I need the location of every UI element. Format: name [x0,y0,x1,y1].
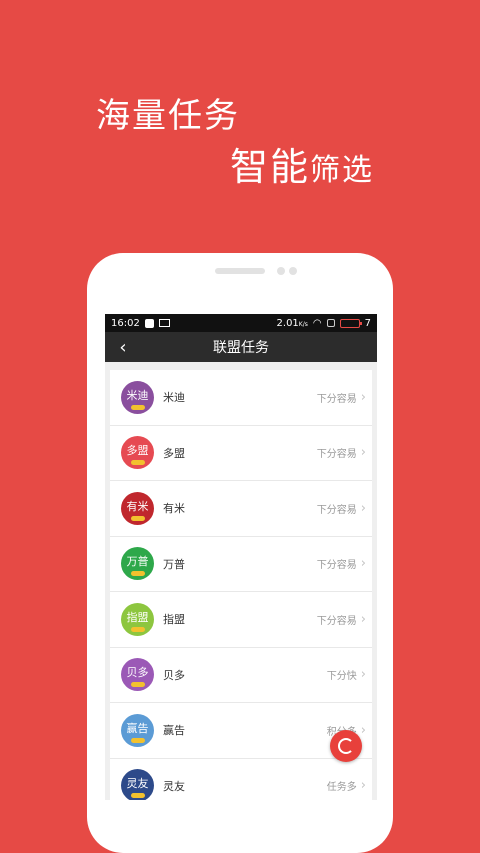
chevron-right-icon: › [360,722,366,738]
screen-icon [326,319,335,327]
battery-icon [339,318,362,328]
refresh-button[interactable] [330,730,362,762]
promo-headline-2-main: 智能 [230,145,311,189]
task-logo: 多盟 [121,436,154,470]
chevron-right-icon: › [360,445,366,461]
chevron-right-icon: › [360,778,366,794]
status-bar: 16:02 2.01K/s ◠ 7 [105,314,377,332]
task-name: 赢告 [163,724,185,738]
phone-speaker [215,268,265,274]
chevron-right-icon: › [360,389,366,405]
task-logo: 赢告 [121,713,154,747]
coins-icon [131,737,145,743]
task-name: 米迪 [163,391,185,405]
task-logo: 指盟 [121,602,154,636]
coins-icon [131,682,145,688]
task-logo-text: 赢告 [126,721,149,735]
coins-icon [131,515,145,521]
coins-icon [131,404,145,410]
page-title: 联盟任务 [213,340,269,356]
task-logo: 有米 [121,491,154,525]
task-logo: 贝多 [121,658,154,692]
image-notification-icon [158,319,170,327]
task-row[interactable]: 灵友 灵友 任务多 › [110,759,372,800]
task-logo-text: 万普 [126,555,149,569]
task-logo-text: 多盟 [126,444,149,458]
task-row[interactable]: 米迪 米迪 下分容易 › [110,370,372,426]
promo-headline-1: 海量任务 [96,96,240,136]
task-tag: 下分容易 [316,560,357,572]
coins-icon [131,460,145,466]
chevron-right-icon: › [360,667,366,683]
status-time: 16:02 [111,317,140,329]
network-speed: 2.01K/s [276,317,308,329]
task-tag: 下分容易 [316,504,357,516]
battery-level: 7 [364,317,371,329]
task-tag: 下分快 [326,671,357,683]
task-name: 有米 [163,502,185,516]
promo-headline-2-small: 筛选 [310,153,375,188]
wifi-icon: ◠ [312,317,322,329]
task-tag: 下分容易 [316,615,357,627]
task-row[interactable]: 贝多 贝多 下分快 › [110,648,372,703]
chevron-right-icon: › [360,556,366,572]
promo-headline-2: 智能筛选 [230,136,374,191]
task-name: 贝多 [163,668,185,682]
task-logo-text: 灵友 [126,777,149,791]
task-logo: 灵友 [121,769,154,800]
task-name: 灵友 [163,779,185,793]
coins-icon [131,793,145,799]
notification-icon [144,318,154,328]
chevron-right-icon: › [360,500,366,516]
task-logo-text: 米迪 [126,388,149,402]
task-tag: 下分容易 [316,449,357,461]
task-name: 指盟 [163,613,185,627]
task-name: 多盟 [163,446,185,460]
coins-icon [131,626,145,632]
task-row[interactable]: 有米 有米 下分容易 › [110,481,372,537]
back-icon[interactable]: ‹ [111,332,135,362]
nav-bar: ‹ 联盟任务 [105,332,377,362]
task-logo-text: 有米 [126,499,149,513]
phone-screen: 16:02 2.01K/s ◠ 7 ‹ 联盟任务 米迪 米迪 下分容易 › 多盟 多盟 下分… [105,314,377,800]
coins-icon [131,571,145,577]
task-name: 万普 [163,557,185,571]
task-row[interactable]: 万普 万普 下分容易 › [110,537,372,592]
task-logo-text: 指盟 [126,610,149,624]
task-tag: 下分容易 [316,393,357,405]
refresh-icon [338,738,354,754]
task-logo-text: 贝多 [126,666,149,680]
task-tag: 任务多 [326,782,357,794]
task-logo: 万普 [121,547,154,581]
task-logo: 米迪 [121,380,154,414]
chevron-right-icon: › [360,611,366,627]
task-row[interactable]: 多盟 多盟 下分容易 › [110,426,372,481]
phone-camera-dot [277,267,285,275]
phone-sensor-dot [289,267,297,275]
task-row[interactable]: 指盟 指盟 下分容易 › [110,592,372,648]
